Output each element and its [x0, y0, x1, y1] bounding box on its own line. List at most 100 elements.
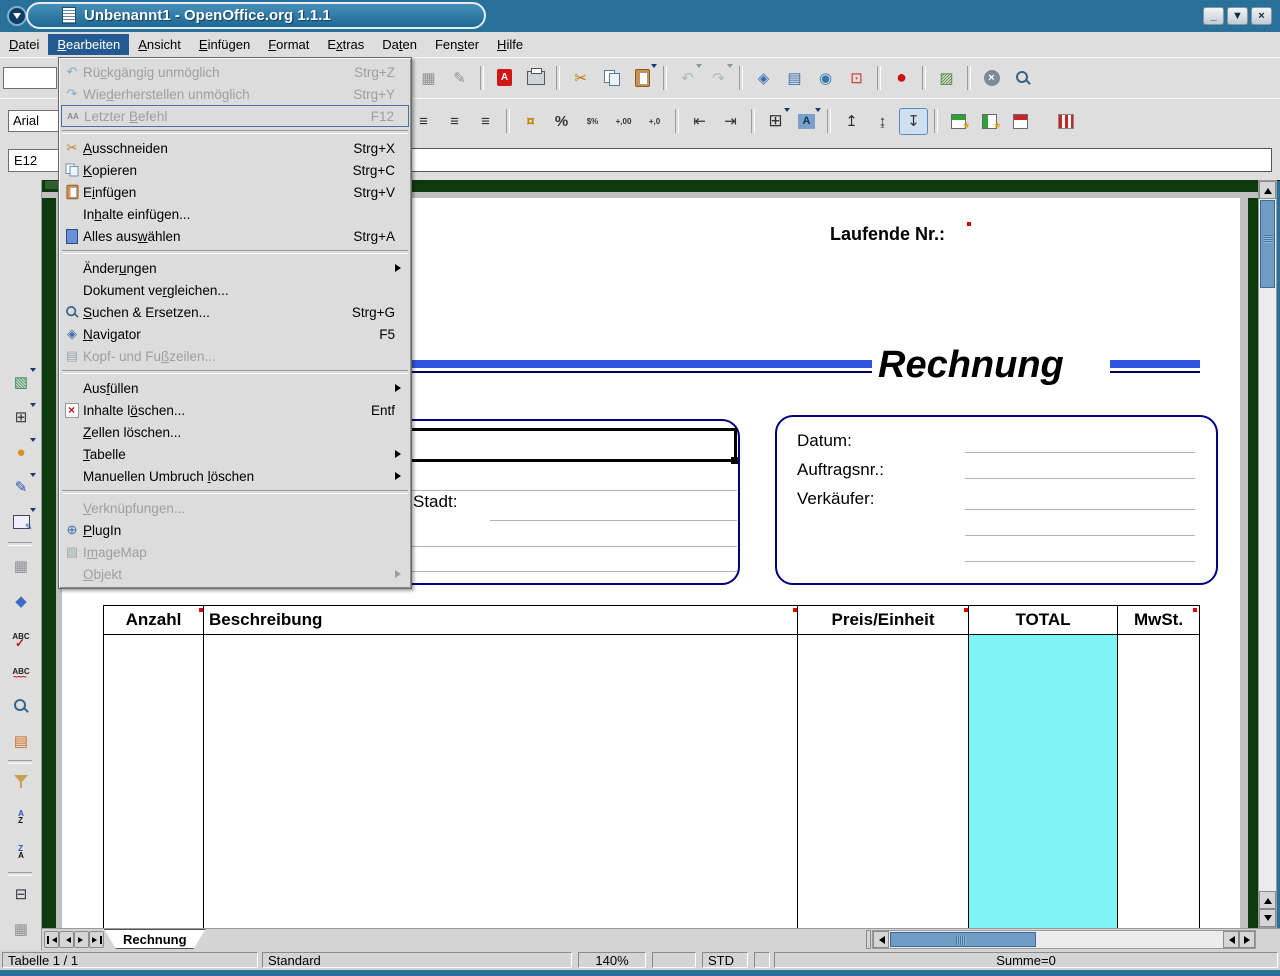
- edit-points-icon[interactable]: ▦: [6, 552, 36, 580]
- menu-item-wiederherstellen[interactable]: ↷ Wiederherstellen unmöglich Strg+Y: [61, 83, 409, 105]
- stylist-icon[interactable]: ▤: [780, 64, 809, 91]
- selection-handle[interactable]: [731, 457, 738, 464]
- navigator-icon[interactable]: ◈: [749, 64, 778, 91]
- menu-item-letzter-befehl[interactable]: AA Letzter Befehl F12: [61, 105, 409, 127]
- status-selection-mode[interactable]: STD: [702, 952, 748, 968]
- sort-descending-icon[interactable]: ZA: [6, 838, 36, 866]
- insert-row-icon[interactable]: [944, 108, 973, 135]
- draw-functions-icon[interactable]: ✎: [6, 473, 36, 501]
- find-icon[interactable]: [6, 692, 36, 720]
- menu-item-aenderungen[interactable]: Änderungen: [61, 257, 409, 279]
- spellcheck-icon[interactable]: [6, 622, 36, 650]
- vertical-scroll-thumb[interactable]: [1260, 200, 1275, 288]
- percent-icon[interactable]: %: [547, 108, 576, 135]
- group-icon[interactable]: ⊟: [6, 880, 36, 908]
- menu-extras[interactable]: Extras: [318, 34, 373, 55]
- last-sheet-button[interactable]: [89, 931, 104, 948]
- next-sheet-button[interactable]: [74, 931, 89, 948]
- menu-hilfe[interactable]: Hilfe: [488, 34, 532, 55]
- menu-item-ausschneiden[interactable]: ✂ Ausschneiden Strg+X: [61, 137, 409, 159]
- menu-item-einfuegen[interactable]: Einfügen Strg+V: [61, 181, 409, 203]
- redo-icon[interactable]: ↷: [704, 64, 733, 91]
- record-icon[interactable]: ●: [887, 64, 916, 91]
- number-format-icon[interactable]: $%: [578, 108, 607, 135]
- center-vertical-icon[interactable]: ↨: [868, 108, 897, 135]
- undo-icon[interactable]: ↶: [673, 64, 702, 91]
- menu-bearbeiten[interactable]: Bearbeiten: [48, 34, 129, 55]
- menu-ansicht[interactable]: Ansicht: [129, 34, 190, 55]
- close-button[interactable]: ×: [1251, 7, 1272, 25]
- horizontal-scroll-thumb[interactable]: [890, 932, 1036, 947]
- scroll-left-button[interactable]: [873, 931, 889, 948]
- increase-indent-icon[interactable]: ⇥: [716, 108, 745, 135]
- form-functions-icon[interactable]: [6, 508, 36, 536]
- menu-einfuegen[interactable]: Einfügen: [190, 34, 259, 55]
- menu-item-kopieren[interactable]: Kopieren Strg+C: [61, 159, 409, 181]
- hyperlink-icon[interactable]: ◉: [811, 64, 840, 91]
- auto-spellcheck-icon[interactable]: [6, 657, 36, 685]
- add-decimal-icon[interactable]: +,00: [609, 108, 638, 135]
- menu-fenster[interactable]: Fenster: [426, 34, 488, 55]
- vertical-scrollbar[interactable]: [1258, 180, 1277, 928]
- sort-ascending-icon[interactable]: AZ: [6, 803, 36, 831]
- align-center-icon[interactable]: ≡: [409, 108, 438, 135]
- menu-datei[interactable]: Datei: [0, 34, 48, 55]
- autoformat-icon[interactable]: ◆: [6, 587, 36, 615]
- scroll-left-button-right[interactable]: [1223, 931, 1239, 948]
- menu-item-plugin[interactable]: ⊕ PlugIn: [61, 519, 409, 541]
- previous-sheet-button[interactable]: [59, 931, 74, 948]
- save-icon[interactable]: ▦: [414, 64, 443, 91]
- page-preview-icon[interactable]: [1008, 64, 1037, 91]
- shade-button[interactable]: ▼: [1227, 7, 1248, 25]
- menu-item-inhalte-einfuegen[interactable]: Inhalte einfügen...: [61, 203, 409, 225]
- export-pdf-icon[interactable]: [490, 64, 519, 91]
- menu-item-ausfuellen[interactable]: Ausfüllen: [61, 377, 409, 399]
- menu-item-imagemap[interactable]: ▨ ImageMap: [61, 541, 409, 563]
- scroll-up-button-bottom[interactable]: [1259, 891, 1276, 909]
- status-page-style[interactable]: Standard: [262, 952, 572, 968]
- menu-item-dokument-vergleichen[interactable]: Dokument vergleichen...: [61, 279, 409, 301]
- menu-item-objekt[interactable]: Objekt: [61, 563, 409, 585]
- status-zoom[interactable]: 140%: [578, 952, 646, 968]
- split-handle[interactable]: [45, 181, 59, 189]
- copy-icon[interactable]: [597, 64, 626, 91]
- borders-icon[interactable]: ⊞: [761, 108, 790, 135]
- align-bottom-icon[interactable]: ↧: [899, 108, 928, 135]
- gallery-icon[interactable]: ▨: [932, 64, 961, 91]
- justify-icon[interactable]: ≡: [471, 108, 500, 135]
- menu-item-tabelle[interactable]: Tabelle: [61, 443, 409, 465]
- menu-item-manuellen-umbruch[interactable]: Manuellen Umbruch löschen: [61, 465, 409, 487]
- titlebar[interactable]: Unbenannt1 - OpenOffice.org 1.1.1 _ ▼ ×: [0, 0, 1280, 33]
- scroll-right-button[interactable]: [1239, 931, 1255, 948]
- menu-item-inhalte-loeschen[interactable]: Inhalte löschen... Entf: [61, 399, 409, 421]
- delete-row-icon[interactable]: [1006, 108, 1035, 135]
- menu-item-navigator[interactable]: ◈ Navigator F5: [61, 323, 409, 345]
- autofilter-icon[interactable]: [6, 768, 36, 796]
- menu-item-zellen-loeschen[interactable]: Zellen löschen...: [61, 421, 409, 443]
- data-sources-icon[interactable]: ▤: [6, 727, 36, 755]
- insert-icon[interactable]: ▧: [6, 368, 36, 396]
- insert-object-icon[interactable]: ●: [6, 438, 36, 466]
- background-color-icon[interactable]: [792, 108, 821, 135]
- menu-format[interactable]: Format: [259, 34, 318, 55]
- columns-icon[interactable]: [1051, 108, 1080, 135]
- horizontal-scrollbar[interactable]: [872, 930, 1256, 949]
- menu-daten[interactable]: Daten: [373, 34, 426, 55]
- scroll-down-button[interactable]: [1259, 909, 1276, 927]
- paste-icon[interactable]: [628, 64, 657, 91]
- minimize-button[interactable]: _: [1203, 7, 1224, 25]
- delete-decimal-icon[interactable]: +,0: [640, 108, 669, 135]
- zoom-icon[interactable]: ⊡: [842, 64, 871, 91]
- print-file-icon[interactable]: [521, 64, 550, 91]
- menu-item-alles-auswaehlen[interactable]: Alles auswählen Strg+A: [61, 225, 409, 247]
- align-top-icon[interactable]: ↥: [837, 108, 866, 135]
- sheet-tab-rechnung[interactable]: Rechnung: [104, 929, 206, 949]
- first-sheet-button[interactable]: [44, 931, 59, 948]
- stop-icon[interactable]: [977, 64, 1006, 91]
- menu-item-verknuepfungen[interactable]: Verknüpfungen...: [61, 497, 409, 519]
- align-right-icon[interactable]: ≡: [440, 108, 469, 135]
- url-load-field[interactable]: [3, 67, 57, 89]
- decrease-indent-icon[interactable]: ⇤: [685, 108, 714, 135]
- tab-scrollbar-splitter[interactable]: [866, 930, 871, 949]
- menu-item-rueckgaengig[interactable]: ↶ Rückgängig unmöglich Strg+Z: [61, 61, 409, 83]
